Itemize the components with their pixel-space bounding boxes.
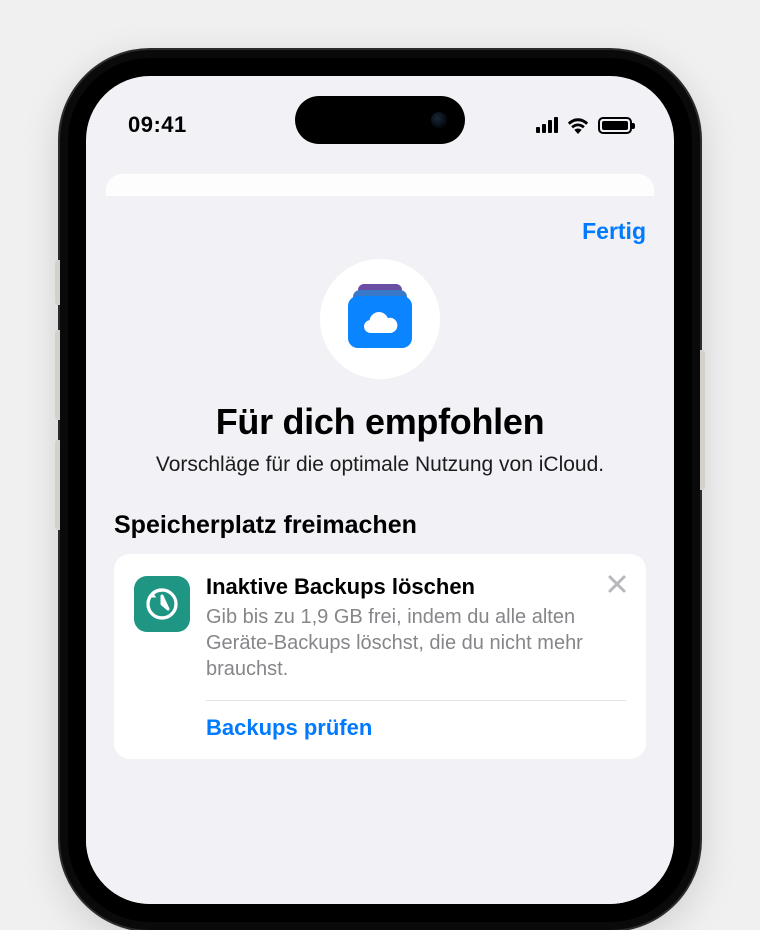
cellular-signal-icon xyxy=(536,117,558,133)
backup-restore-icon xyxy=(134,576,190,632)
status-time: 09:41 xyxy=(128,112,187,138)
battery-icon xyxy=(598,117,632,134)
screen: 09:41 xyxy=(86,76,674,904)
front-camera-icon xyxy=(431,112,447,128)
phone-frame: 09:41 xyxy=(60,50,700,930)
volume-up-button xyxy=(55,330,60,420)
side-button xyxy=(55,260,60,305)
wifi-icon xyxy=(566,116,590,134)
page-title: Für dich empfohlen xyxy=(114,401,646,443)
dismiss-button[interactable] xyxy=(604,572,630,598)
section-heading: Speicherplatz freimachen xyxy=(114,511,646,540)
icloud-folder-icon xyxy=(348,290,412,348)
volume-down-button xyxy=(55,440,60,530)
power-button xyxy=(700,350,705,490)
card-description: Gib bis zu 1,9 GB frei, indem du alle al… xyxy=(206,604,606,682)
hero-icon xyxy=(114,259,646,379)
done-button[interactable]: Fertig xyxy=(582,218,646,245)
card-title: Inaktive Backups löschen xyxy=(206,574,606,600)
divider xyxy=(206,700,626,701)
close-icon xyxy=(606,573,628,595)
recommendation-card: Inaktive Backups löschen Gib bis zu 1,9 … xyxy=(114,554,646,759)
page-subtitle: Vorschläge für die optimale Nutzung von … xyxy=(114,451,646,479)
review-backups-button[interactable]: Backups prüfen xyxy=(206,715,626,741)
recommendations-sheet: Fertig xyxy=(86,196,674,904)
dynamic-island xyxy=(295,96,465,144)
